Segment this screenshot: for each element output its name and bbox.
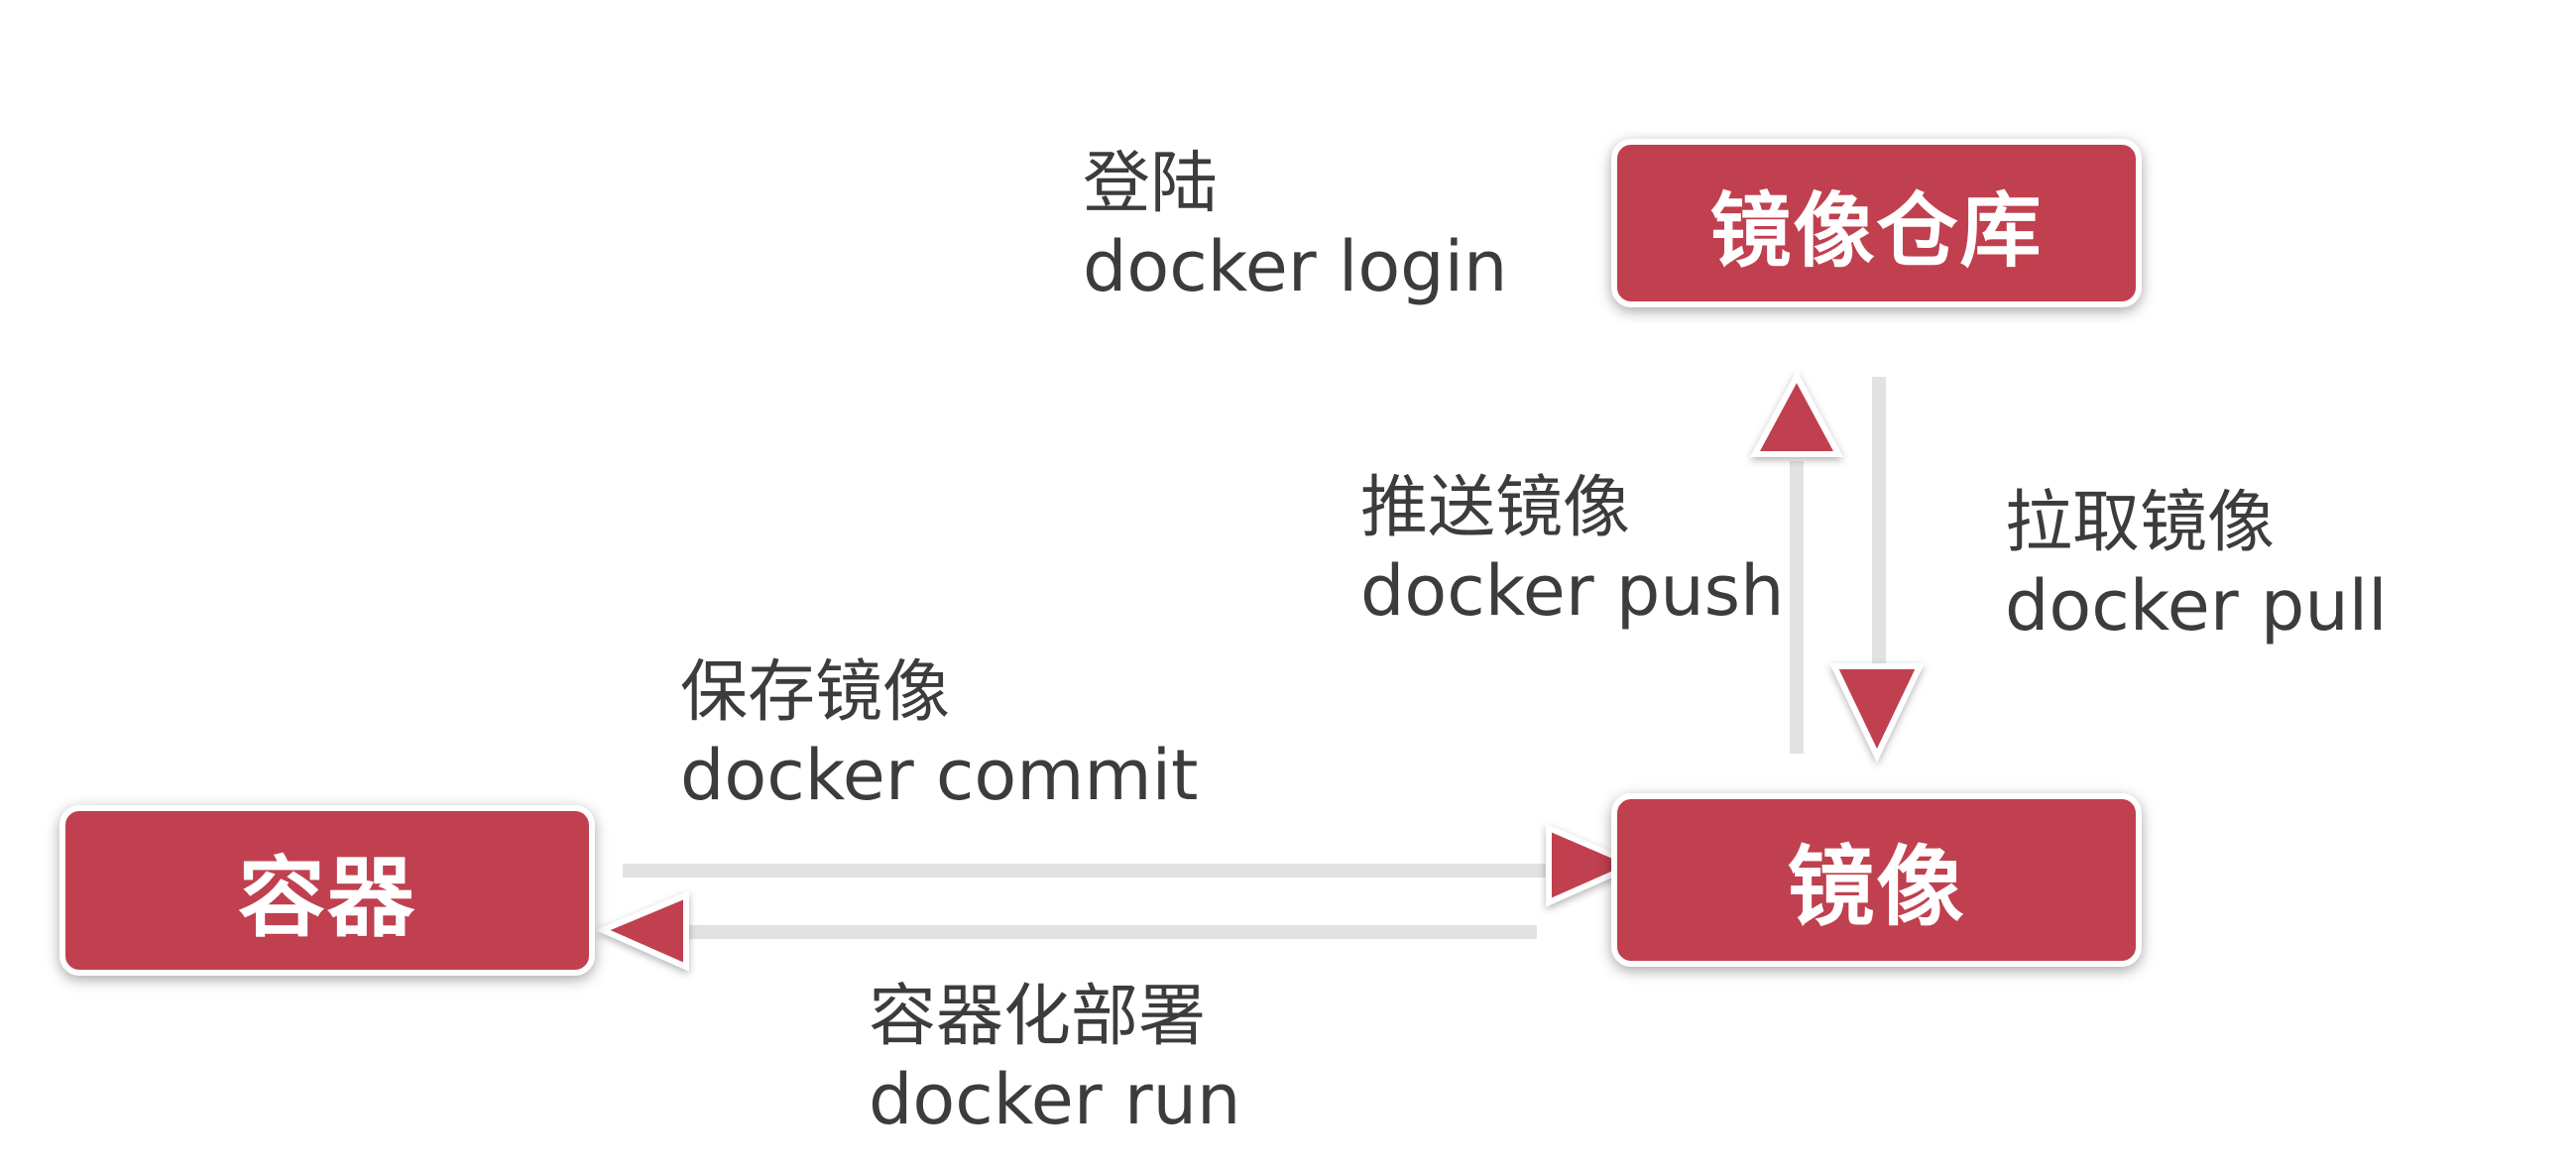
commit-arrow: [623, 823, 1642, 907]
push-label-cn: 推送镜像: [1360, 469, 1631, 547]
node-image-registry: 镜像仓库: [1611, 139, 2142, 307]
node-image: 镜像: [1611, 793, 2142, 967]
push-label-command: docker push: [1360, 549, 1785, 632]
run-arrow-head: [595, 890, 689, 972]
pull-label-command: docker pull: [2005, 564, 2388, 646]
run-label: 容器化部署 docker run: [869, 977, 1240, 1141]
run-label-cn: 容器化部署: [869, 978, 1207, 1056]
commit-label-command: docker commit: [680, 734, 1199, 816]
login-label-command: docker login: [1083, 225, 1508, 307]
push-arrow-head: [1749, 370, 1844, 457]
run-label-command: docker run: [869, 1058, 1241, 1140]
run-arrow: [595, 890, 1537, 972]
login-label-cn: 登陆: [1083, 145, 1219, 223]
node-container: 容器: [59, 805, 595, 976]
login-label: 登陆 docker login: [1083, 144, 1507, 308]
pull-arrow: [1829, 377, 1925, 763]
push-label: 推送镜像 docker push: [1360, 468, 1785, 633]
pull-arrow-head: [1829, 663, 1925, 763]
pull-label: 拉取镜像 docker pull: [2005, 483, 2388, 647]
commit-label-cn: 保存镜像: [680, 653, 951, 732]
commit-label: 保存镜像 docker commit: [680, 652, 1198, 817]
pull-label-cn: 拉取镜像: [2005, 484, 2276, 562]
diagram-canvas: 镜像仓库 镜像 容器 登陆 docker login 推送镜像 docker p…: [0, 0, 2576, 1174]
